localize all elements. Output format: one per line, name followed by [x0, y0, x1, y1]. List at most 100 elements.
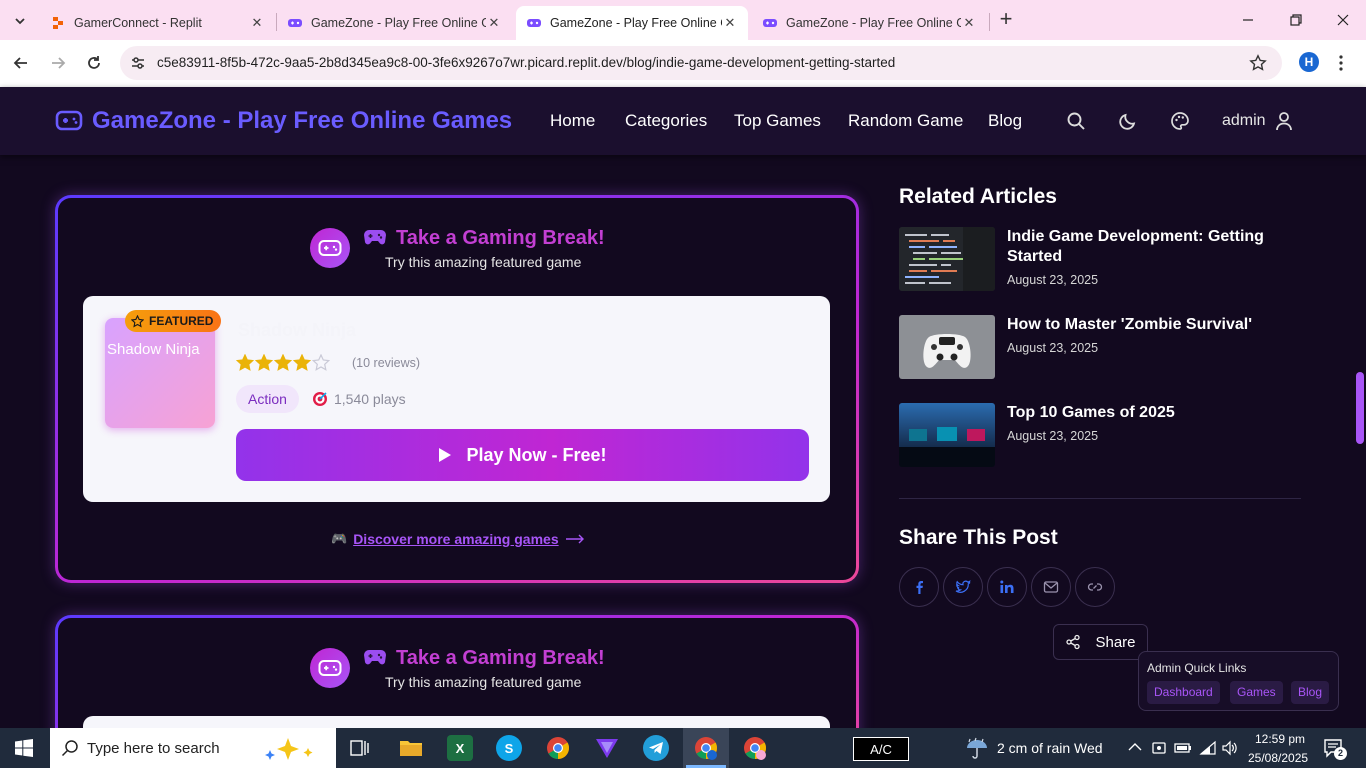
- profile-avatar[interactable]: H: [1299, 52, 1319, 72]
- article-date: August 23, 2025: [1007, 341, 1099, 355]
- user-name[interactable]: admin: [1222, 112, 1266, 130]
- start-button[interactable]: [15, 739, 33, 757]
- palette-icon: [1171, 112, 1189, 130]
- article-title[interactable]: How to Master 'Zombie Survival': [1007, 315, 1297, 335]
- site-logo-text[interactable]: GameZone - Play Free Online Games: [92, 107, 512, 135]
- article-title[interactable]: Indie Game Development: Getting Started: [1007, 227, 1297, 267]
- game-thumbnail[interactable]: Shadow Ninja: [105, 318, 215, 428]
- share-button[interactable]: Share: [1053, 624, 1148, 660]
- play-now-label: Play Now - Free!: [466, 444, 607, 465]
- arrow-right-icon: [565, 534, 584, 544]
- close-tab-icon[interactable]: ✕: [722, 15, 738, 31]
- battery-indicator[interactable]: [1174, 741, 1192, 755]
- show-hidden-icons-button[interactable]: [1128, 742, 1142, 752]
- promo-icon-circle: [310, 228, 350, 268]
- page-scrollbar-thumb[interactable]: [1356, 372, 1364, 444]
- admin-link-blog[interactable]: Blog: [1291, 681, 1330, 704]
- chrome-button[interactable]: [545, 735, 571, 761]
- site-info-button[interactable]: [130, 55, 146, 71]
- share-facebook-button[interactable]: [899, 567, 939, 607]
- minimize-button[interactable]: [1240, 12, 1256, 28]
- nav-random-game[interactable]: Random Game: [848, 111, 963, 131]
- palette-button[interactable]: [1170, 111, 1190, 131]
- play-now-button[interactable]: Play Now - Free!: [236, 429, 809, 481]
- tab-search-button[interactable]: [8, 9, 32, 33]
- network-indicator[interactable]: [1199, 740, 1217, 756]
- excel-button[interactable]: X: [447, 735, 473, 761]
- search-button[interactable]: [1066, 111, 1086, 131]
- share-twitter-button[interactable]: [943, 567, 983, 607]
- telegram-button[interactable]: [643, 735, 669, 761]
- linkedin-icon: [1000, 580, 1014, 593]
- share-email-button[interactable]: [1031, 567, 1071, 607]
- tab-replit[interactable]: GamerConnect - Replit ✕: [40, 6, 275, 40]
- notification-count-badge: 2: [1334, 747, 1347, 760]
- skype-button[interactable]: S: [496, 735, 522, 761]
- share-copy-link-button[interactable]: [1075, 567, 1115, 607]
- related-articles-title: Related Articles: [899, 185, 1057, 208]
- admin-link-games[interactable]: Games: [1230, 681, 1283, 704]
- admin-link-dashboard[interactable]: Dashboard: [1147, 681, 1220, 704]
- taskbar-search-box[interactable]: Type here to search: [50, 728, 336, 768]
- forward-button[interactable]: [49, 54, 67, 72]
- close-tab-icon[interactable]: ✕: [249, 15, 265, 31]
- close-window-button[interactable]: [1335, 12, 1351, 28]
- theme-toggle-button[interactable]: [1118, 111, 1138, 131]
- nav-top-games[interactable]: Top Games: [734, 111, 821, 131]
- restore-button[interactable]: [1288, 12, 1304, 28]
- logo-icon[interactable]: [55, 108, 83, 134]
- tab-gamezone-active[interactable]: GameZone - Play Free Online G ✕: [516, 6, 748, 40]
- article-thumbnail-code[interactable]: [899, 227, 995, 291]
- restore-icon: [1290, 14, 1302, 26]
- article-thumbnail-gaming-room[interactable]: [899, 403, 995, 467]
- url-text: c5e83911-8f5b-472c-9aa5-2b8d345ea9c8-00-…: [157, 55, 896, 70]
- nav-categories[interactable]: Categories: [625, 111, 707, 131]
- address-bar[interactable]: c5e83911-8f5b-472c-9aa5-2b8d345ea9c8-00-…: [120, 46, 1282, 80]
- tray-icon-1[interactable]: [1152, 740, 1166, 756]
- search-icon: [61, 740, 78, 757]
- clock-date[interactable]: 25/08/2025: [1248, 751, 1308, 765]
- close-tab-icon[interactable]: ✕: [486, 15, 502, 31]
- nav-home[interactable]: Home: [550, 111, 595, 131]
- new-tab-button[interactable]: +: [995, 8, 1017, 32]
- share-linkedin-button[interactable]: [987, 567, 1027, 607]
- promo-title: Take a Gaming Break!: [396, 227, 605, 249]
- weather-text[interactable]: 2 cm of rain Wed: [997, 740, 1103, 756]
- clock-time[interactable]: 12:59 pm: [1255, 732, 1305, 746]
- browser-menu-button[interactable]: [1337, 54, 1345, 72]
- discover-more-link[interactable]: 🎮 Discover more amazing games: [331, 531, 585, 547]
- gaming-room-image: [899, 403, 995, 467]
- wifi-icon: [1199, 740, 1216, 755]
- back-button[interactable]: [12, 54, 30, 72]
- weather-icon-wrap[interactable]: [965, 737, 989, 759]
- promo-icon-circle: [310, 648, 350, 688]
- article-thumbnail-controller[interactable]: [899, 315, 995, 379]
- task-view-button[interactable]: [350, 738, 370, 758]
- chrome-icon: [744, 737, 766, 760]
- article-title[interactable]: Top 10 Games of 2025: [1007, 403, 1297, 423]
- chrome-profile-2-button[interactable]: [742, 735, 768, 761]
- article-date: August 23, 2025: [1007, 273, 1099, 287]
- tab-gamezone-1[interactable]: GameZone - Play Free Online G ✕: [277, 6, 512, 40]
- taskbar-search-placeholder: Type here to search: [87, 739, 220, 757]
- volume-indicator[interactable]: [1221, 740, 1239, 756]
- notification-center-button[interactable]: 2: [1323, 738, 1347, 760]
- user-button[interactable]: [1275, 111, 1293, 131]
- vpn-app-button[interactable]: [594, 735, 620, 761]
- star-filled-icon: [255, 354, 273, 371]
- umbrella-rain-icon: [967, 737, 987, 759]
- tab-label: GameZone - Play Free Online G: [550, 16, 722, 30]
- reload-icon: [88, 56, 100, 69]
- reload-button[interactable]: [85, 54, 103, 72]
- nav-blog[interactable]: Blog: [988, 111, 1022, 131]
- bookmark-button[interactable]: [1249, 54, 1267, 72]
- close-tab-icon[interactable]: ✕: [961, 15, 977, 31]
- target-icon: [313, 392, 327, 406]
- ac-indicator[interactable]: A/C: [853, 737, 909, 761]
- chrome-profile-button[interactable]: [693, 735, 719, 761]
- game-category-tag[interactable]: Action: [236, 385, 299, 413]
- file-explorer-button[interactable]: [398, 735, 424, 761]
- replit-icon: [53, 17, 63, 29]
- tab-gamezone-3[interactable]: GameZone - Play Free Online G ✕: [752, 6, 987, 40]
- game-title[interactable]: Shadow Ninja: [238, 320, 356, 341]
